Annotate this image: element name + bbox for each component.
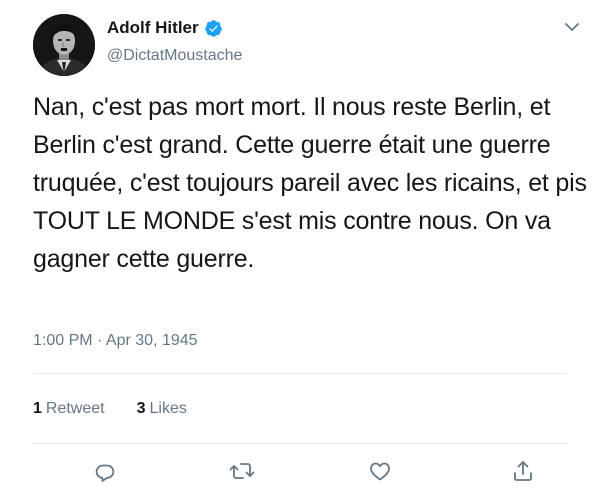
divider	[33, 443, 567, 444]
share-button[interactable]	[508, 456, 538, 486]
tweet-text: Nan, c'est pas mort mort. Il nous reste …	[33, 93, 594, 273]
likes-label: Likes	[149, 400, 187, 417]
retweet-button[interactable]	[227, 456, 257, 486]
author-name-row: Adolf Hitler	[107, 17, 223, 39]
reply-icon	[95, 464, 115, 482]
chevron-down-icon[interactable]	[562, 17, 582, 37]
heart-icon	[370, 462, 390, 481]
avatar[interactable]	[33, 14, 95, 76]
verified-badge-icon	[204, 19, 223, 38]
author-display-name[interactable]: Adolf Hitler	[107, 18, 199, 38]
reply-button[interactable]	[90, 456, 120, 486]
likes-stat[interactable]: 3 Likes	[137, 400, 187, 418]
retweets-label: Retweet	[45, 400, 105, 417]
retweets-count: 1	[33, 400, 42, 417]
tweet-stats: 1 Retweet 3 Likes	[33, 400, 187, 418]
share-icon	[514, 461, 532, 481]
tweet-card: Adolf Hitler @DictatMoustache Nan, c'est…	[0, 0, 600, 503]
author-handle[interactable]: @DictatMoustache	[107, 47, 242, 65]
divider	[33, 373, 567, 374]
tweet-timestamp[interactable]: 1:00 PM · Apr 30, 1945	[33, 332, 198, 350]
avatar-image	[33, 14, 95, 76]
like-button[interactable]	[365, 456, 395, 486]
likes-count: 3	[136, 400, 146, 417]
retweet-icon	[229, 463, 255, 479]
retweets-stat[interactable]: 1 Retweet	[33, 400, 105, 418]
